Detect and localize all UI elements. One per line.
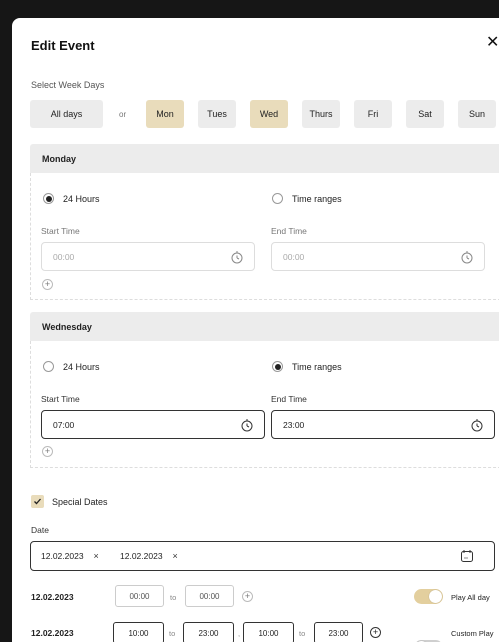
row-from-input[interactable]: 10:00 [113, 622, 164, 642]
monday-end-label: End Time [271, 226, 307, 236]
special-dates-label: Special Dates [52, 497, 108, 507]
wednesday-ranges-label: Time ranges [292, 362, 342, 372]
stopwatch-icon [461, 250, 473, 263]
row-to-input[interactable]: 23:00 [183, 622, 234, 642]
week-days-label: Select Week Days [31, 80, 105, 90]
row-to-input[interactable]: 23:00 [314, 622, 363, 642]
day-button-fri[interactable]: Fri [354, 100, 392, 128]
calendar-icon[interactable] [460, 549, 474, 563]
day-button-thurs[interactable]: Thurs [302, 100, 340, 128]
row-add-range-button[interactable]: + [242, 591, 253, 602]
stopwatch-icon [231, 250, 243, 263]
monday-24h-radio[interactable] [43, 193, 54, 204]
wednesday-24h-label: 24 Hours [63, 362, 100, 372]
day-button-wed[interactable]: Wed [250, 100, 288, 128]
wednesday-end-label: End Time [271, 394, 307, 404]
monday-start-label: Start Time [41, 226, 80, 236]
date-label: Date [31, 525, 49, 535]
check-icon [34, 498, 41, 505]
day-button-sat[interactable]: Sat [406, 100, 444, 128]
special-dates-checkbox[interactable] [31, 495, 44, 508]
wednesday-24h-radio[interactable] [43, 361, 54, 372]
special-date-row-date: 12.02.2023 [31, 628, 74, 638]
stopwatch-icon [241, 418, 253, 431]
wednesday-start-input[interactable]: 07:00 [41, 410, 265, 439]
wednesday-section-body [30, 341, 499, 468]
dialog-title: Edit Event [31, 38, 95, 53]
monday-end-input[interactable]: 00:00 [271, 242, 485, 271]
date-chip: 12.02.2023 × [120, 546, 178, 566]
wednesday-start-label: Start Time [41, 394, 80, 404]
custom-play-label: Custom Play [451, 629, 494, 638]
to-label: to [170, 593, 177, 602]
date-chip-value: 12.02.2023 [120, 551, 163, 561]
to-label: to [169, 629, 176, 638]
monday-end-value: 00:00 [283, 251, 305, 262]
day-button-mon[interactable]: Mon [146, 100, 184, 128]
special-date-row-date: 12.02.2023 [31, 592, 74, 602]
range-separator: , [238, 629, 241, 638]
monday-start-input[interactable]: 00:00 [41, 242, 255, 271]
monday-section-body [30, 173, 499, 300]
monday-ranges-radio[interactable] [272, 193, 283, 204]
all-days-button[interactable]: All days [30, 100, 103, 128]
monday-section-header: Monday [30, 144, 499, 173]
day-button-tues[interactable]: Tues [198, 100, 236, 128]
wednesday-end-input[interactable]: 23:00 [271, 410, 495, 439]
monday-add-range-button[interactable]: + [42, 279, 53, 290]
close-icon[interactable]: ✕ [486, 32, 499, 52]
wednesday-ranges-radio[interactable] [272, 361, 283, 372]
edit-event-dialog: Edit Event ✕ Select Week Days All days o… [12, 18, 499, 642]
or-label: or [119, 110, 127, 119]
row-from-input[interactable]: 10:00 [243, 622, 294, 642]
play-all-day-toggle[interactable] [414, 589, 443, 604]
wednesday-start-value: 07:00 [53, 419, 75, 430]
monday-title: Monday [42, 153, 77, 164]
wednesday-section-header: Wednesday [30, 312, 499, 341]
wednesday-title: Wednesday [42, 321, 92, 332]
date-chip-remove[interactable]: × [94, 551, 99, 561]
stopwatch-icon [471, 418, 483, 431]
monday-24h-label: 24 Hours [63, 194, 100, 204]
to-label: to [299, 629, 306, 638]
row-from-input[interactable]: 00:00 [115, 585, 164, 607]
play-all-day-label: Play All day [451, 593, 490, 602]
row-to-input[interactable]: 00:00 [185, 585, 234, 607]
monday-start-value: 00:00 [53, 251, 75, 262]
date-field[interactable]: 12.02.2023 × 12.02.2023 × [30, 541, 495, 571]
date-chip-value: 12.02.2023 [41, 551, 84, 561]
row-add-range-button[interactable]: + [370, 627, 381, 638]
wednesday-add-range-button[interactable]: + [42, 446, 53, 457]
wednesday-end-value: 23:00 [283, 419, 305, 430]
monday-ranges-label: Time ranges [292, 194, 342, 204]
day-button-sun[interactable]: Sun [458, 100, 496, 128]
date-chip-remove[interactable]: × [173, 551, 178, 561]
date-chip: 12.02.2023 × [41, 546, 99, 566]
